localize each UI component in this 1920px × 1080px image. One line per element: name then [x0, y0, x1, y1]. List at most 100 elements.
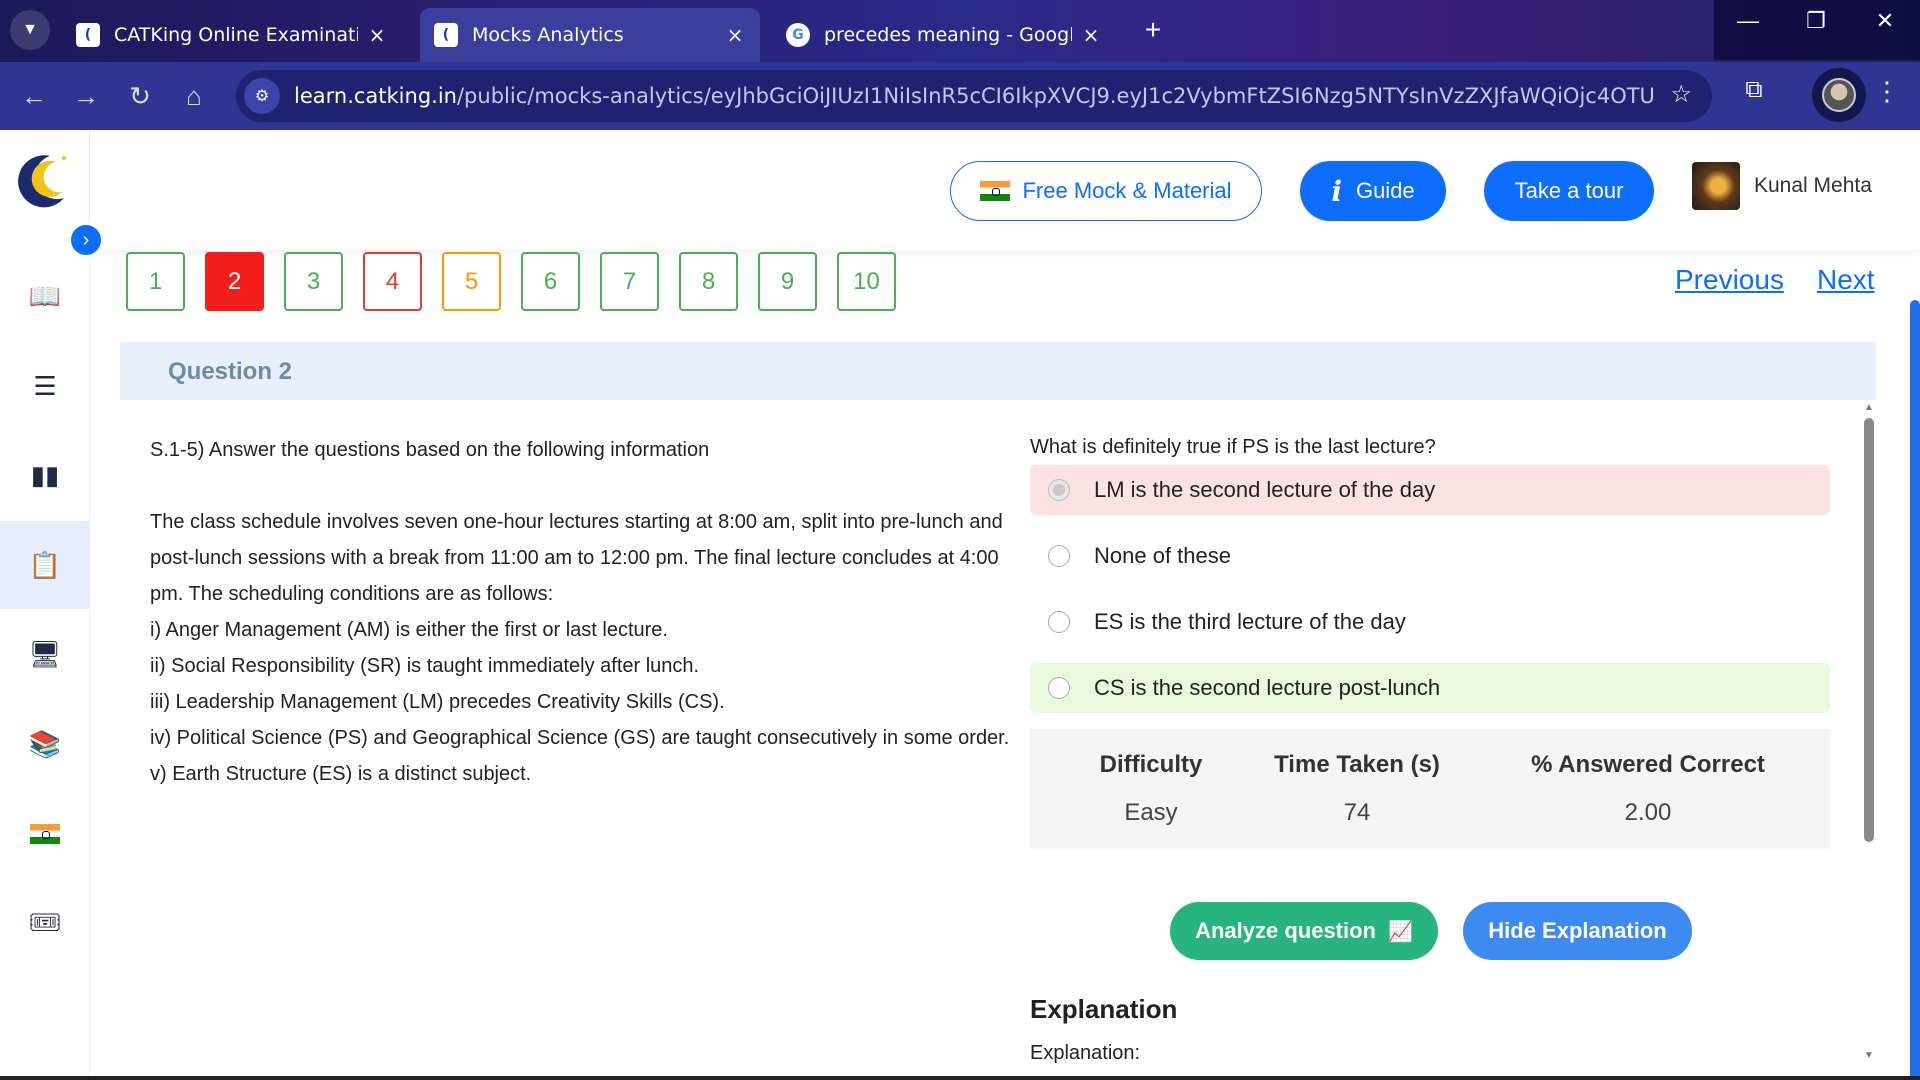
sidebar-item-list[interactable]: ☰ [0, 342, 90, 430]
chevron-right-icon: › [82, 228, 90, 251]
forward-button[interactable]: → [64, 74, 108, 118]
user-avatar[interactable] [1692, 162, 1740, 210]
option-item-correct[interactable]: CS is the second lecture post-lunch [1030, 663, 1830, 713]
question-body: S.1-5) Answer the questions based on the… [120, 400, 1876, 1064]
stat-label: Difficulty [1099, 751, 1203, 778]
free-mock-button[interactable]: Free Mock & Material [950, 161, 1262, 221]
option-item[interactable]: None of these [1030, 531, 1830, 581]
monitor-icon: 🖥 [28, 638, 62, 669]
ebook-icon: 📚 [28, 728, 62, 759]
page-scrollbar[interactable] [1910, 300, 1920, 1080]
browser-menu-icon[interactable]: ⋮ [1872, 76, 1902, 107]
reload-button[interactable]: ↻ [118, 74, 162, 118]
new-tab-button[interactable]: + [1138, 14, 1168, 46]
tab-search-button[interactable]: ▼ [10, 10, 50, 50]
guide-label: Guide [1355, 178, 1415, 203]
close-icon[interactable]: × [724, 23, 746, 47]
previous-link[interactable]: Previous [1675, 264, 1784, 296]
sidebar-item-india[interactable] [0, 790, 90, 878]
sidebar-item-ebook[interactable]: 📚 [0, 700, 90, 788]
browser-tab-active[interactable]: ( Mocks Analytics × [420, 8, 760, 62]
browser-tab[interactable]: ( CATKing Online Examination Pl × [62, 8, 402, 62]
close-icon[interactable]: × [366, 23, 388, 47]
option-item[interactable]: ES is the third lecture of the day [1030, 597, 1830, 647]
analyze-question-button[interactable]: Analyze question 📈 [1170, 902, 1438, 960]
scroll-down-arrow-icon[interactable]: ▼ [1864, 1050, 1874, 1061]
radio-button[interactable] [1048, 677, 1070, 699]
sidebar-item-classes[interactable]: 🖥 [0, 610, 90, 698]
tab-title: precedes meaning - Google Se [824, 24, 1072, 46]
home-button[interactable]: ⌂ [172, 74, 216, 118]
arrow-right-icon: → [73, 80, 99, 111]
stat-value: 2.00 [1624, 799, 1672, 826]
question-nav-button[interactable]: 4 [363, 252, 422, 311]
option-label: None of these [1094, 543, 1231, 568]
stat-label: % Answered Correct [1531, 751, 1765, 778]
passage-condition: iii) Leadership Management (LM) precedes… [150, 691, 725, 713]
home-icon: ⌂ [186, 80, 202, 111]
tour-label: Take a tour [1514, 178, 1624, 203]
hide-explanation-label: Hide Explanation [1488, 918, 1667, 943]
tab-title: Mocks Analytics [472, 24, 624, 46]
question-nav-button[interactable]: 7 [600, 252, 659, 311]
close-window-button[interactable]: ✕ [1855, 8, 1915, 34]
ticket-icon: 🎟 [28, 906, 62, 937]
question-header: Question 2 [120, 342, 1876, 400]
question-stats: Difficulty Easy Time Taken (s) 74 % Answ… [1030, 729, 1830, 849]
next-link[interactable]: Next [1817, 264, 1875, 296]
hide-explanation-button[interactable]: Hide Explanation [1463, 902, 1692, 960]
question-nav-button[interactable]: 8 [679, 252, 738, 311]
stat-answered-correct: % Answered Correct 2.00 [1516, 751, 1780, 827]
question-nav-button[interactable]: 1 [126, 252, 185, 311]
user-name[interactable]: Kunal Mehta [1754, 174, 1872, 198]
url-text[interactable]: learn.catking.in/public/mocks-analytics/… [294, 84, 1654, 108]
option-label: CS is the second lecture post-lunch [1094, 675, 1441, 700]
option-item-wrong[interactable]: LM is the second lecture of the day [1030, 465, 1830, 515]
take-tour-button[interactable]: Take a tour [1484, 161, 1654, 221]
question-nav-button[interactable]: 5 [442, 252, 501, 311]
free-mock-label: Free Mock & Material [1022, 178, 1232, 203]
question-nav-button[interactable]: 9 [758, 252, 817, 311]
question-nav-button[interactable]: 6 [521, 252, 580, 311]
guide-button[interactable]: i Guide [1300, 161, 1446, 221]
sidebar-item-courses[interactable]: 📖 [0, 252, 90, 340]
scrollbar-thumb[interactable] [1864, 418, 1874, 842]
extensions-icon[interactable]: ⧉ [1732, 76, 1776, 104]
passage-condition: v) Earth Structure (ES) is a distinct su… [150, 763, 532, 785]
radio-button[interactable] [1048, 611, 1070, 633]
option-label: ES is the third lecture of the day [1094, 609, 1406, 634]
scroll-up-arrow-icon[interactable]: ▲ [1864, 402, 1874, 413]
tab-title: CATKing Online Examination Pl [114, 24, 358, 46]
avatar [1822, 78, 1856, 112]
sidebar-item-library[interactable]: ▮▮ [0, 431, 90, 519]
bookmark-star-icon[interactable]: ☆ [1670, 80, 1692, 109]
stat-label: Time Taken (s) [1274, 751, 1440, 778]
chart-icon: 📈 [1388, 920, 1413, 943]
browser-tab[interactable]: G precedes meaning - Google Se × [772, 8, 1116, 62]
site-info-icon[interactable]: ⚙ [244, 78, 280, 114]
restore-button[interactable]: ❐ [1786, 8, 1846, 34]
passage-body: The class schedule involves seven one-ho… [150, 511, 1003, 605]
question-nav-button-current[interactable]: 2 [205, 252, 264, 311]
arrow-left-icon: ← [21, 80, 47, 111]
back-button[interactable]: ← [12, 74, 56, 118]
address-bar[interactable]: ⚙ learn.catking.in/public/mocks-analytic… [236, 70, 1712, 122]
minimize-button[interactable]: — [1718, 8, 1778, 34]
sidebar-item-tickets[interactable]: 🎟 [0, 878, 90, 966]
tab-strip: ▼ ( CATKing Online Examination Pl × ( Mo… [0, 0, 1920, 62]
sidebar-expand-button[interactable]: › [68, 222, 104, 258]
radio-button[interactable] [1048, 479, 1070, 501]
close-icon[interactable]: × [1080, 23, 1102, 47]
chevron-down-icon: ▼ [22, 21, 38, 38]
question-nav-button[interactable]: 10 [837, 252, 896, 311]
profile-button[interactable] [1812, 68, 1866, 122]
info-icon: i [1331, 174, 1342, 208]
sidebar-item-mocks[interactable]: 📋 [0, 521, 90, 609]
explanation-text: Explanation: [1030, 1042, 1141, 1064]
question-navigator: 1 2 3 4 5 6 7 8 9 10 [126, 252, 896, 312]
question-prompt: What is definitely true if PS is the las… [1030, 436, 1436, 458]
question-nav-button[interactable]: 3 [284, 252, 343, 311]
india-flag-icon [980, 181, 1011, 201]
radio-button[interactable] [1048, 545, 1070, 567]
